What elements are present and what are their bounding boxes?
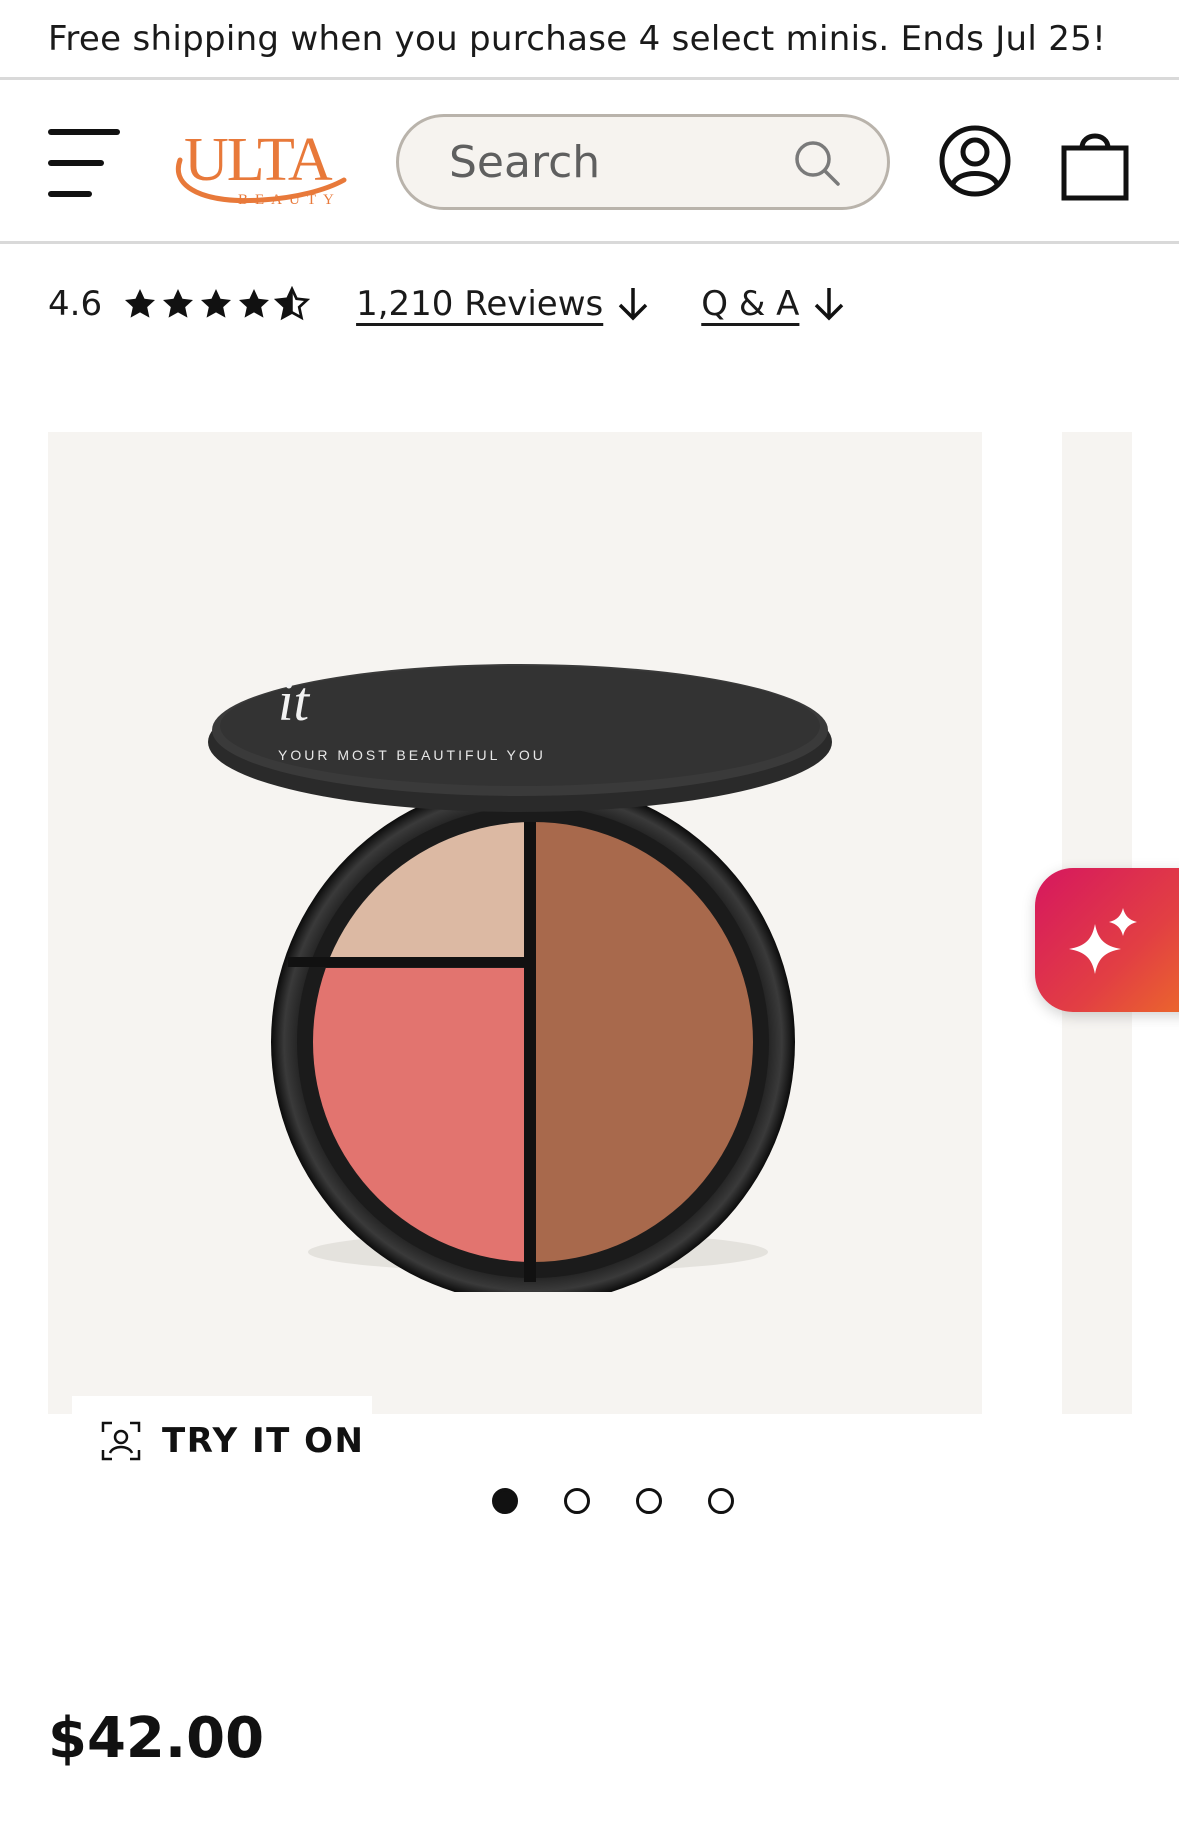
pagination-dot-1[interactable] (492, 1488, 518, 1514)
promo-banner[interactable]: Free shipping when you purchase 4 select… (0, 0, 1179, 80)
palette-tagline: YOUR MOST BEAUTIFUL YOU (278, 747, 546, 763)
reviews-label: 1,210 Reviews (356, 284, 604, 324)
search-input[interactable] (449, 136, 779, 188)
rating-row: 4.6 1,210 Reviews Q & A (48, 276, 849, 332)
palette-image: it YOUR MOST BEAUTIFUL YOU (208, 664, 832, 1292)
product-price: $42.00 (48, 1706, 265, 1771)
ulta-logo[interactable]: ULTA BEAUTY (166, 118, 356, 210)
pagination-dot-2[interactable] (564, 1488, 590, 1514)
star-icon (163, 289, 194, 318)
qa-link[interactable]: Q & A (701, 284, 849, 324)
reviews-link[interactable]: 1,210 Reviews (356, 284, 653, 324)
shopping-bag-icon[interactable] (1060, 126, 1130, 202)
palette-brand: it (278, 671, 311, 733)
logo-text: ULTA (184, 126, 333, 194)
star-icon (201, 289, 232, 318)
half-star-icon (274, 286, 311, 321)
face-scan-icon (101, 1421, 141, 1461)
search-icon[interactable] (793, 139, 841, 187)
logo-subtext: BEAUTY (238, 192, 341, 208)
try-it-on-label: TRY IT ON (162, 1421, 365, 1461)
pagination-dot-3[interactable] (636, 1488, 662, 1514)
search-bar[interactable] (396, 114, 890, 210)
promo-text: Free shipping when you purchase 4 select… (48, 18, 1107, 59)
star-rating (122, 286, 311, 322)
star-icon (125, 289, 156, 318)
pagination-dot-4[interactable] (708, 1488, 734, 1514)
qa-label: Q & A (701, 284, 800, 324)
ai-assistant-button[interactable] (1035, 868, 1179, 1012)
try-it-on-button[interactable]: TRY IT ON (72, 1396, 372, 1486)
arrow-down-icon (815, 288, 844, 321)
hamburger-menu-icon[interactable] (48, 129, 120, 197)
site-header: ULTA BEAUTY (0, 82, 1179, 244)
sparkle-icon (1069, 908, 1137, 974)
arrow-down-icon (619, 288, 648, 321)
account-icon[interactable] (938, 124, 1012, 198)
product-image[interactable]: it YOUR MOST BEAUTIFUL YOU (48, 432, 982, 1414)
gallery-pagination (492, 1488, 734, 1514)
rating-value: 4.6 (48, 284, 103, 324)
star-icon (239, 289, 270, 318)
